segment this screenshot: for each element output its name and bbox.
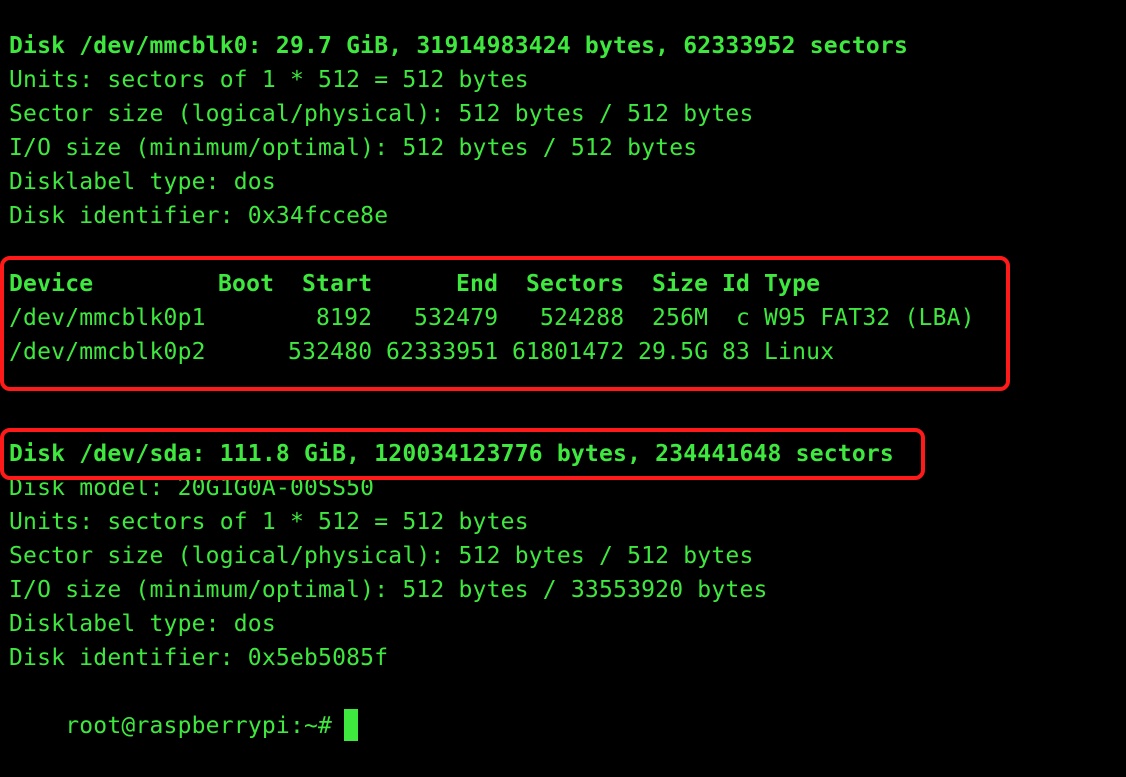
disk-mmcblk0-units: Units: sectors of 1 * 512 = 512 bytes: [9, 67, 529, 93]
partition-table-header: Device Boot Start End Sectors Size Id Ty…: [9, 267, 1009, 301]
disk-sda-units: Units: sectors of 1 * 512 = 512 bytes: [9, 509, 529, 535]
disk-mmcblk0-header: Disk /dev/mmcblk0: 29.7 GiB, 31914983424…: [9, 33, 909, 59]
row-end: 62333951: [386, 339, 499, 365]
column-id: Id: [722, 271, 751, 297]
column-start: Start: [302, 271, 373, 297]
disk-mmcblk0-io-size: I/O size (minimum/optimal): 512 bytes / …: [9, 135, 698, 161]
disk-sda-sector-size: Sector size (logical/physical): 512 byte…: [9, 543, 754, 569]
row-sectors: 524288: [540, 305, 625, 331]
shell-prompt[interactable]: root@raspberrypi:~#: [9, 675, 359, 741]
row-id: c: [736, 305, 751, 331]
column-end: End: [456, 271, 499, 297]
column-device: Device: [9, 271, 94, 297]
row-sectors: 61801472: [512, 339, 625, 365]
row-start: 532480: [288, 339, 373, 365]
column-size: Size: [652, 271, 709, 297]
column-type: Type: [764, 271, 821, 297]
disk-sda-header: Disk /dev/sda: 111.8 GiB, 120034123776 b…: [9, 441, 894, 467]
row-type: Linux: [764, 339, 835, 365]
disk-mmcblk0-disklabel: Disklabel type: dos: [9, 169, 276, 195]
column-sectors: Sectors: [526, 271, 625, 297]
terminal-window[interactable]: Disk /dev/mmcblk0: 29.7 GiB, 31914983424…: [0, 0, 1126, 741]
row-size: 256M: [652, 305, 709, 331]
cursor-block[interactable]: [344, 708, 359, 741]
row-start: 8192: [316, 305, 373, 331]
disk-mmcblk0-identifier: Disk identifier: 0x34fcce8e: [9, 203, 389, 229]
prompt-text: root@raspberrypi:~#: [65, 713, 333, 739]
row-id: 83: [722, 339, 751, 365]
disk-sda-disklabel: Disklabel type: dos: [9, 611, 276, 637]
row-device: /dev/mmcblk0p1: [9, 305, 206, 331]
table-row: /dev/mmcblk0p1 8192 532479 524288 256M c…: [9, 301, 1009, 335]
disk-sda-identifier: Disk identifier: 0x5eb5085f: [9, 645, 389, 671]
row-end: 532479: [414, 305, 499, 331]
row-type: W95 FAT32 (LBA): [764, 305, 975, 331]
table-row: /dev/mmcblk0p2 532480 62333951 61801472 …: [9, 335, 1009, 369]
disk-mmcblk0-sector-size: Sector size (logical/physical): 512 byte…: [9, 101, 754, 127]
row-size: 29.5G: [638, 339, 709, 365]
disk-sda-model: Disk model: 20G1G0A-00SS50: [9, 475, 375, 501]
row-device: /dev/mmcblk0p2: [9, 339, 206, 365]
disk-sda-io-size: I/O size (minimum/optimal): 512 bytes / …: [9, 577, 768, 603]
column-boot: Boot: [218, 271, 275, 297]
